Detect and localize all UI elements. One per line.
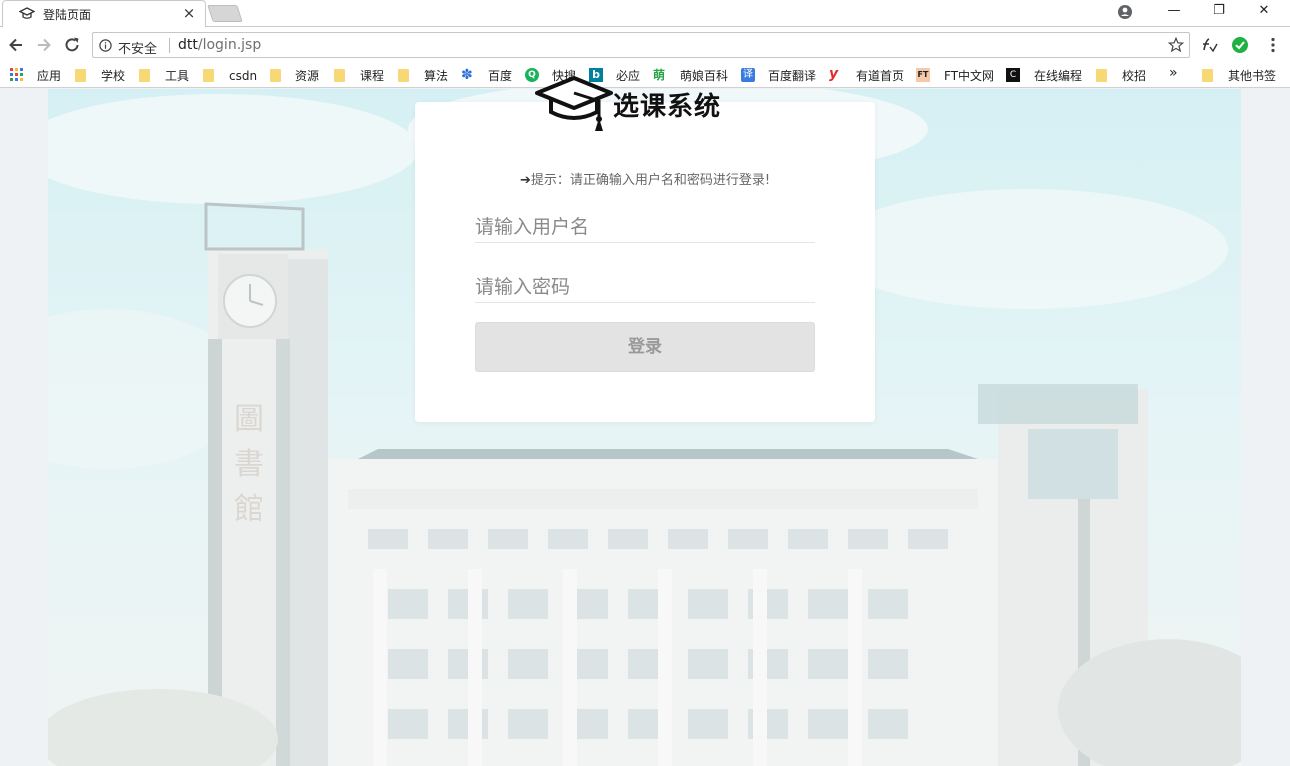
- restore-button[interactable]: ❐: [1196, 0, 1242, 24]
- tab-close-icon[interactable]: ×: [181, 4, 197, 22]
- url-text[interactable]: dtt/login.jsp: [178, 37, 261, 53]
- bookmark-star-icon[interactable]: [1168, 37, 1184, 53]
- folder-icon: [1202, 69, 1213, 82]
- ft-icon: FT: [916, 68, 930, 82]
- graduation-cap-icon: [19, 7, 35, 19]
- folder-icon: [203, 69, 214, 82]
- tab-title: 登陆页面: [43, 8, 92, 22]
- graduation-cap-icon: [535, 76, 613, 131]
- check-extension-icon[interactable]: [1231, 36, 1249, 54]
- login-button[interactable]: 登录: [475, 322, 815, 372]
- password-input[interactable]: [475, 271, 815, 303]
- tab-strip: 登陆页面 × — ❐ ✕: [0, 0, 1290, 27]
- close-window-button[interactable]: ✕: [1241, 0, 1287, 24]
- script-extension-icon[interactable]: [1200, 36, 1218, 54]
- profile-icon[interactable]: [1117, 4, 1133, 20]
- forward-arrow-icon[interactable]: [34, 35, 54, 55]
- bookmark-label: 其他书签: [1228, 69, 1277, 83]
- folder-icon: [139, 69, 150, 82]
- folder-icon: [1096, 69, 1107, 82]
- bookmark-label: 在线编程: [1034, 69, 1083, 83]
- address-divider: [169, 38, 170, 53]
- youdao-icon: y: [829, 66, 839, 82]
- minimize-button[interactable]: —: [1151, 0, 1197, 24]
- url-host: dtt: [178, 37, 198, 53]
- folder-icon: [270, 69, 281, 82]
- address-bar[interactable]: 不安全 dtt/login.jsp: [92, 32, 1190, 58]
- back-arrow-icon[interactable]: [6, 35, 26, 55]
- brand-header: 选课系统: [535, 76, 745, 136]
- apps-grid-icon: [10, 68, 23, 81]
- folder-icon: [398, 69, 409, 82]
- hint-text: 提示：请正确输入用户名和密码进行登录!: [530, 173, 771, 188]
- url-path: /login.jsp: [197, 37, 262, 53]
- arrow-right-icon: ➔: [519, 173, 531, 188]
- bookmark-label: 百度: [488, 69, 513, 83]
- folder-icon: [334, 69, 345, 82]
- bookmark-label: 工具: [165, 69, 190, 83]
- reload-icon[interactable]: [62, 35, 82, 55]
- bookmark-label: 校招: [1122, 69, 1147, 83]
- bookmark-label: csdn: [229, 69, 258, 83]
- login-card: [415, 102, 875, 422]
- bookmark-label: 学校: [101, 69, 126, 83]
- bookmark-label: 资源: [295, 69, 320, 83]
- folder-icon: [75, 69, 86, 82]
- bookmark-label: 百度翻译: [768, 69, 817, 83]
- bookmark-label: 课程: [360, 69, 385, 83]
- browser-toolbar: 不安全 dtt/login.jsp: [0, 27, 1290, 63]
- new-tab-button[interactable]: [207, 5, 243, 22]
- bookmark-label: 有道首页: [856, 69, 905, 83]
- bookmark-label: 应用: [37, 69, 62, 83]
- login-hint: ➔提示：请正确输入用户名和密码进行登录!: [415, 169, 875, 188]
- security-label: 不安全: [118, 42, 158, 57]
- menu-kebab-icon[interactable]: [1264, 36, 1282, 54]
- system-title: 选课系统: [613, 92, 722, 122]
- username-input[interactable]: [475, 211, 815, 243]
- bookmark-label: FT中文网: [944, 69, 995, 83]
- online-coding-icon: C: [1006, 68, 1020, 82]
- browser-tab[interactable]: 登陆页面 ×: [2, 0, 206, 27]
- info-icon[interactable]: [99, 39, 112, 52]
- bookmarks-overflow-chevron-icon[interactable]: »: [1169, 65, 1178, 83]
- baidu-icon: ✽: [461, 67, 473, 83]
- bookmark-label: 算法: [424, 69, 449, 83]
